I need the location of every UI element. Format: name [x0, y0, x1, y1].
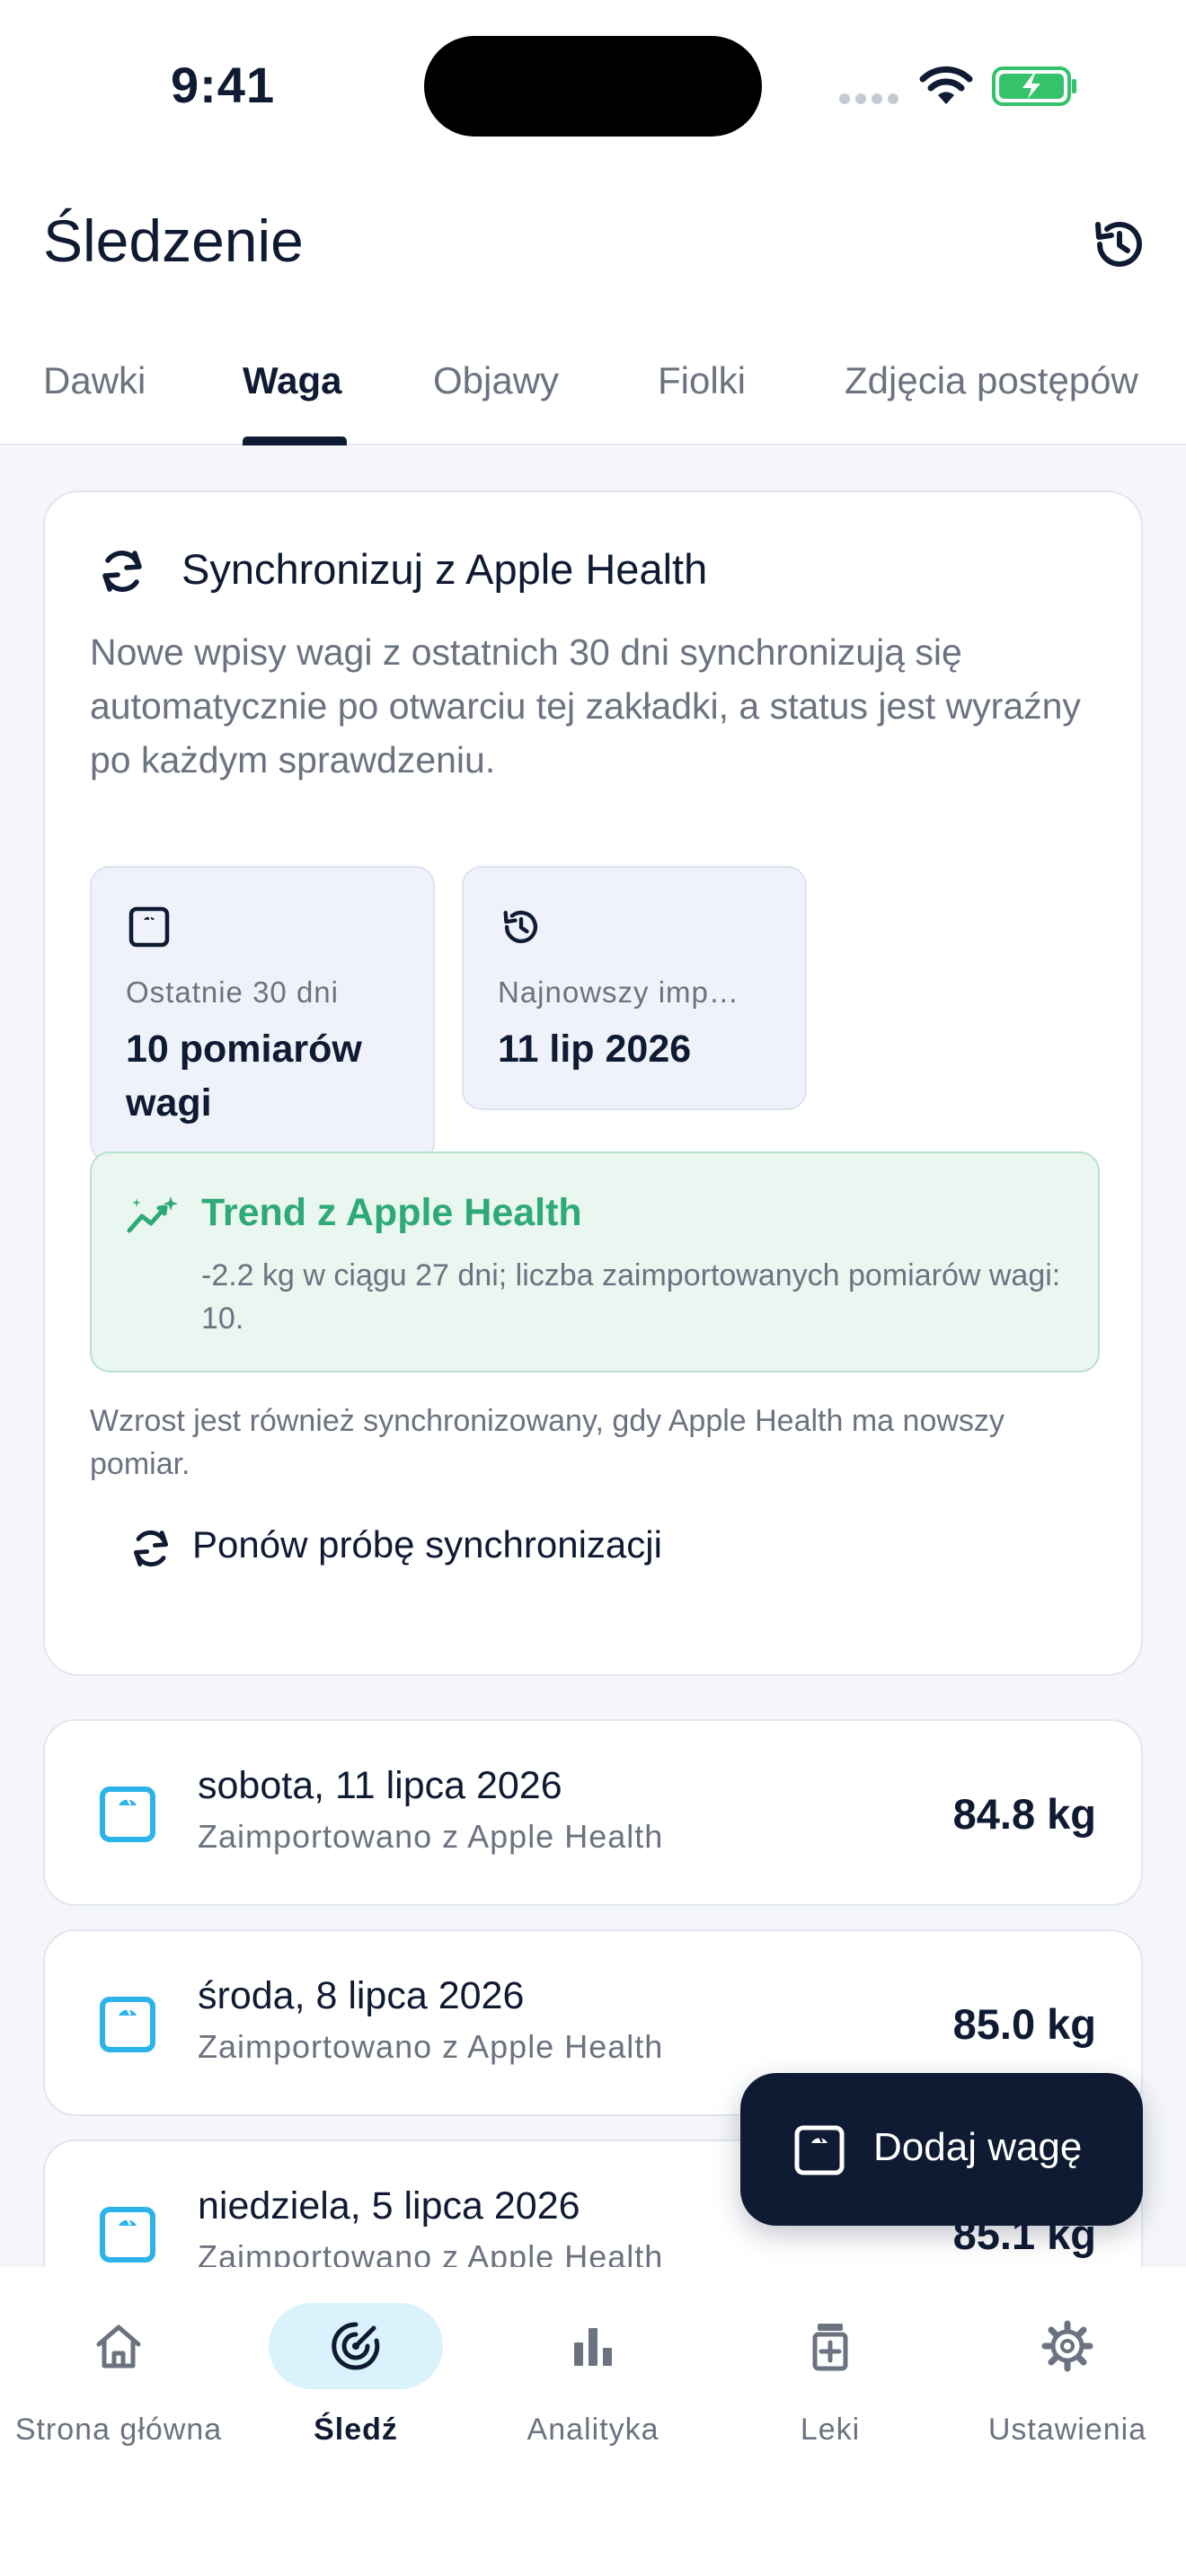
nav-track[interactable]: Śledź — [237, 2303, 474, 2448]
entry-date: niedziela, 5 lipca 2026 — [198, 2184, 580, 2228]
scale-icon — [100, 1786, 155, 1842]
trend-text: -2.2 kg w ciągu 27 dni; liczba zaimporto… — [201, 1258, 1061, 1336]
retry-sync-button[interactable]: Ponów próbę synchronizacji — [192, 1523, 662, 1566]
entry-source: Zaimportowano z Apple Health — [198, 2028, 664, 2065]
nav-home[interactable]: Strona główna — [0, 2303, 237, 2448]
sync-icon — [102, 551, 142, 592]
scale-icon — [100, 2207, 155, 2263]
weight-entry[interactable]: sobota, 11 lipca 2026 Zaimportowano z Ap… — [43, 1719, 1143, 1906]
scale-icon — [100, 1997, 155, 2052]
status-time: 9:41 — [171, 57, 276, 113]
nav-label: Leki — [800, 2413, 861, 2447]
bottom-navigation: Strona główna Śledź Analityka Leki Ustaw… — [0, 2267, 1186, 2576]
dynamic-island — [424, 36, 762, 137]
wifi-icon — [919, 66, 973, 104]
tab-fiolki[interactable]: Fiolki — [658, 359, 746, 402]
medication-icon — [812, 2324, 848, 2371]
add-weight-label: Dodaj wagę — [873, 2125, 1083, 2169]
add-weight-button[interactable]: Dodaj wagę — [740, 2073, 1143, 2226]
home-icon — [96, 2325, 141, 2369]
apple-health-trend: Trend z Apple Health -2.2 kg w ciągu 27 … — [90, 1151, 1100, 1372]
entry-weight: 84.8 kg — [952, 1790, 1096, 1838]
entry-source: Zaimportowano z Apple Health — [198, 1818, 664, 1855]
stat-value: 11 lip 2026 — [498, 1028, 692, 1071]
nav-analytics[interactable]: Analityka — [474, 2303, 712, 2448]
tab-waga[interactable]: Waga — [243, 359, 341, 402]
scale-icon — [128, 906, 170, 948]
tab-zdjecia-postepow[interactable]: Zdjęcia postępów — [845, 359, 1138, 402]
stat-last-30-days: Ostatnie 30 dni 10 pomiarów wagi — [90, 866, 435, 1162]
entry-weight: 85.0 kg — [952, 2000, 1096, 2048]
nav-settings[interactable]: Ustawienia — [949, 2303, 1186, 2448]
entry-date: sobota, 11 lipca 2026 — [198, 1764, 562, 1807]
trend-sparkle-icon — [127, 1196, 178, 1233]
scale-icon — [794, 2125, 845, 2175]
trend-title: Trend z Apple Health — [201, 1191, 582, 1234]
stat-label: Najnowszy imp… — [498, 975, 739, 1009]
sync-card-description: Nowe wpisy wagi z ostatnich 30 dni synch… — [90, 631, 1081, 781]
battery-icon — [992, 66, 1076, 106]
sync-card-title: Synchronizuj z Apple Health — [181, 545, 708, 593]
nav-label: Analityka — [527, 2413, 659, 2447]
stat-value: 10 pomiarów wagi — [126, 1028, 362, 1125]
nav-label: Ustawienia — [987, 2413, 1147, 2447]
height-sync-note: Wzrost jest również synchronizowany, gdy… — [90, 1404, 1005, 1481]
nav-label: Strona główna — [14, 2413, 223, 2447]
history-icon[interactable] — [1087, 212, 1152, 277]
sync-icon[interactable] — [126, 1523, 176, 1574]
history-icon — [503, 910, 538, 943]
page-title: Śledzenie — [43, 207, 304, 274]
stat-latest-import: Najnowszy imp… 11 lip 2026 — [462, 866, 807, 1110]
nav-medications[interactable]: Leki — [712, 2303, 949, 2448]
entry-source: Zaimportowano z Apple Health — [198, 2238, 664, 2267]
tab-objawy[interactable]: Objawy — [433, 359, 559, 402]
active-tab-indicator — [243, 437, 347, 446]
bar-chart-icon — [574, 2328, 612, 2366]
apple-health-sync-card: Synchronizuj z Apple Health Nowe wpisy w… — [43, 490, 1143, 1676]
track-icon — [332, 2322, 380, 2370]
stat-label: Ostatnie 30 dni — [126, 975, 339, 1009]
tab-dawki[interactable]: Dawki — [43, 359, 146, 402]
tab-bar: Dawki Waga Objawy Fiolki Zdjęcia postępó… — [0, 350, 1186, 446]
nav-label: Śledź — [314, 2413, 398, 2447]
entry-date: środa, 8 lipca 2026 — [198, 1974, 525, 2017]
weight-content[interactable]: Synchronizuj z Apple Health Nowe wpisy w… — [0, 446, 1186, 2267]
gear-icon — [1041, 2320, 1093, 2372]
cellular-signal-icon — [839, 93, 904, 109]
